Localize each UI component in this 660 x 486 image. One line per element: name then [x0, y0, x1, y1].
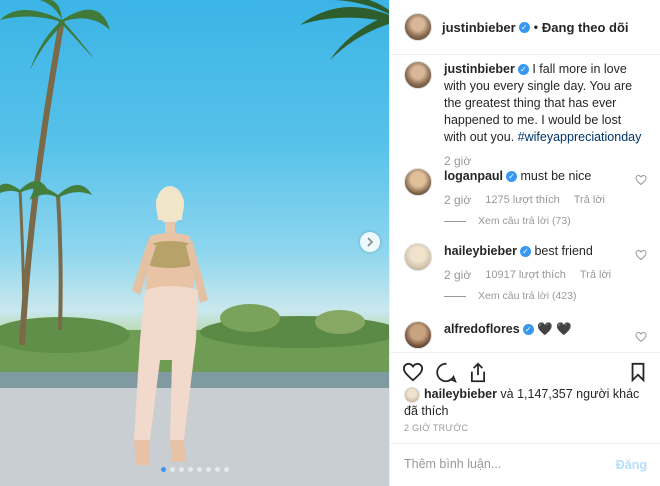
avatar[interactable]: [404, 243, 432, 271]
avatar[interactable]: [404, 61, 432, 89]
comment-box: Đăng: [390, 443, 660, 486]
view-replies-label: Xem câu trả lời (423): [478, 290, 577, 302]
avatar[interactable]: [404, 13, 432, 41]
comment-likes[interactable]: 10917 lượt thích: [485, 269, 566, 281]
verified-badge-icon: ✓: [506, 171, 518, 183]
carousel-indicator: [0, 467, 389, 472]
like-comment-heart-icon[interactable]: [635, 249, 647, 261]
action-bar: [390, 352, 660, 388]
comment-username[interactable]: haileybieber: [444, 244, 517, 258]
author-username[interactable]: justinbieber: [442, 20, 516, 35]
carousel-dot: [196, 467, 202, 472]
avatar: [404, 386, 420, 403]
like-comment-heart-icon[interactable]: [635, 174, 647, 186]
share-icon[interactable]: [468, 362, 488, 383]
comment-time: 2 giờ: [444, 193, 472, 207]
comment-text: best friend: [534, 244, 593, 258]
post-timestamp: 2 GIỜ TRƯỚC: [404, 423, 469, 433]
comment-username[interactable]: alfredoflores: [444, 322, 520, 336]
carousel-dot: [178, 467, 184, 472]
post-photo: [0, 0, 389, 486]
post-comment-button[interactable]: Đăng: [616, 458, 647, 472]
bookmark-icon[interactable]: [630, 362, 646, 382]
avatar[interactable]: [404, 321, 432, 349]
carousel-next-button[interactable]: [360, 232, 380, 252]
carousel-dot: [187, 467, 193, 472]
comment-time: 2 giờ: [444, 268, 472, 282]
post-header: justinbieber ✓ • Đang theo dõi: [390, 0, 660, 55]
comments-list[interactable]: justinbieber ✓ I fall more in love with y…: [390, 55, 660, 352]
post-media[interactable]: [0, 0, 389, 486]
comment-text: 🖤 🖤: [537, 322, 572, 336]
follow-button[interactable]: Đang theo dõi: [542, 20, 629, 35]
carousel-dot: [169, 467, 175, 472]
chevron-right-icon: [367, 237, 374, 247]
view-replies-button[interactable]: Xem câu trả lời (423): [444, 290, 644, 302]
reply-button[interactable]: Trả lời: [574, 194, 605, 206]
avatar[interactable]: [404, 168, 432, 196]
likes-summary[interactable]: haileybieber và 1,147,357 người khác đã …: [404, 386, 654, 419]
verified-badge-icon: ✓: [518, 21, 530, 33]
reply-button[interactable]: Trả lời: [580, 269, 611, 281]
comment-likes[interactable]: 1275 lượt thích: [485, 194, 560, 206]
verified-badge-icon: ✓: [517, 64, 529, 76]
like-heart-icon[interactable]: [402, 362, 424, 382]
view-replies-button[interactable]: Xem câu trả lời (73): [444, 215, 644, 227]
caption-username[interactable]: justinbieber: [444, 62, 515, 76]
carousel-dot: [214, 467, 220, 472]
verified-badge-icon: ✓: [522, 324, 534, 336]
likes-first-user[interactable]: haileybieber: [424, 387, 497, 401]
post-panel: justinbieber ✓ • Đang theo dõi justinbie…: [389, 0, 660, 486]
view-replies-label: Xem câu trả lời (73): [478, 215, 571, 227]
carousel-dot: [223, 467, 229, 472]
comment-username[interactable]: loganpaul: [444, 169, 503, 183]
separator: •: [533, 20, 538, 34]
comment-input[interactable]: [404, 457, 594, 471]
hashtag-link[interactable]: #wifeyappreciationday: [518, 130, 642, 144]
like-comment-heart-icon[interactable]: [635, 331, 647, 343]
carousel-dot: [160, 467, 166, 472]
comment-text: must be nice: [520, 169, 592, 183]
caption-time: 2 giờ: [444, 154, 472, 168]
verified-badge-icon: ✓: [519, 246, 531, 258]
divider: [444, 295, 466, 297]
carousel-dot: [205, 467, 211, 472]
comment-icon[interactable]: [436, 362, 457, 383]
divider: [444, 220, 466, 222]
